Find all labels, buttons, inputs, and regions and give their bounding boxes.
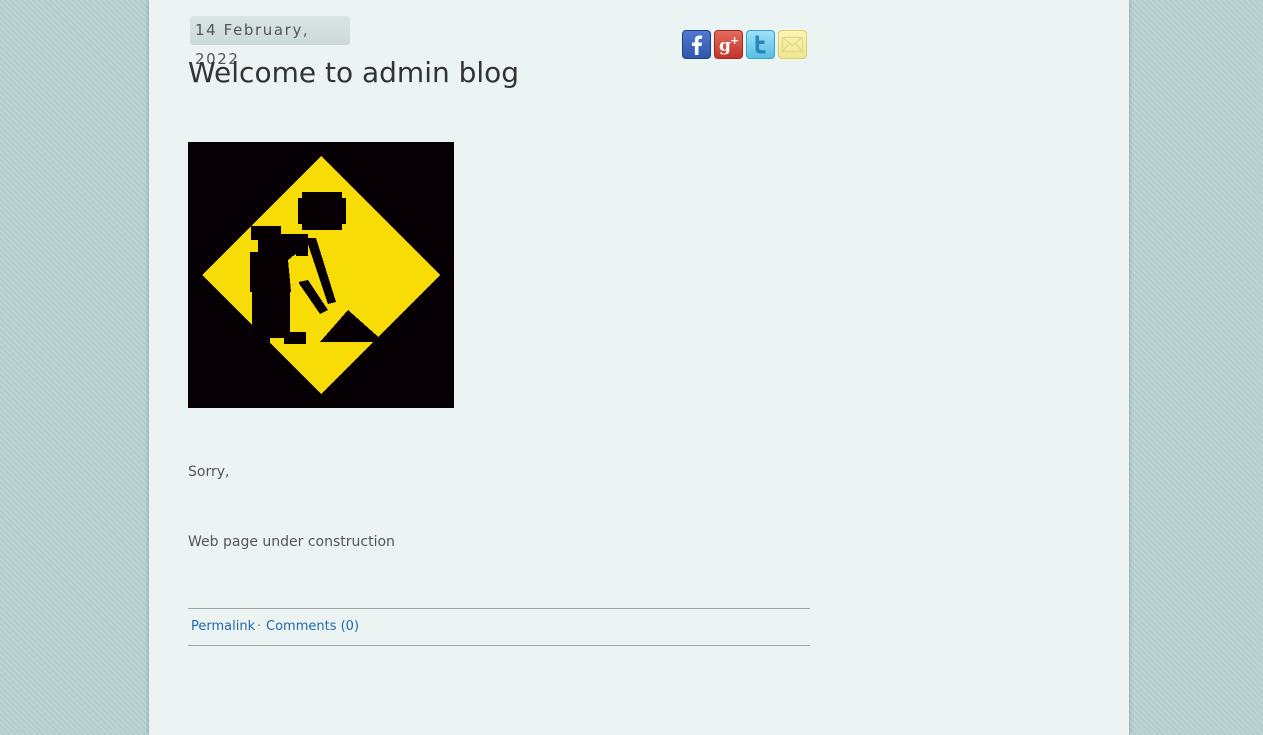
svg-text:+: +	[730, 34, 739, 47]
blog-post: 14 February, 2022 g + Welcome to admin b…	[188, 0, 810, 735]
permalink-link[interactable]: Permalink	[191, 609, 255, 645]
post-footer: Permalink · Comments (0)	[188, 608, 810, 646]
post-date: 14 February, 2022	[190, 16, 350, 68]
email-icon	[781, 36, 804, 53]
post-paragraph: Sorry,	[188, 464, 230, 480]
comments-link[interactable]: Comments (0)	[266, 609, 359, 645]
footer-separator: ·	[257, 619, 262, 634]
twitter-share-button[interactable]	[746, 30, 775, 59]
page-container: 14 February, 2022 g + Welcome to admin b…	[149, 0, 1129, 735]
twitter-icon	[755, 35, 766, 54]
google-plus-icon: g +	[719, 34, 739, 56]
facebook-icon	[692, 35, 703, 55]
post-paragraph: Web page under construction	[188, 534, 395, 550]
email-share-button[interactable]	[778, 30, 807, 59]
google-plus-share-button[interactable]: g +	[714, 30, 743, 59]
under-construction-image	[188, 142, 454, 408]
under-construction-sign-icon	[202, 156, 440, 394]
post-title: Welcome to admin blog	[188, 56, 520, 89]
facebook-share-button[interactable]	[682, 30, 711, 59]
